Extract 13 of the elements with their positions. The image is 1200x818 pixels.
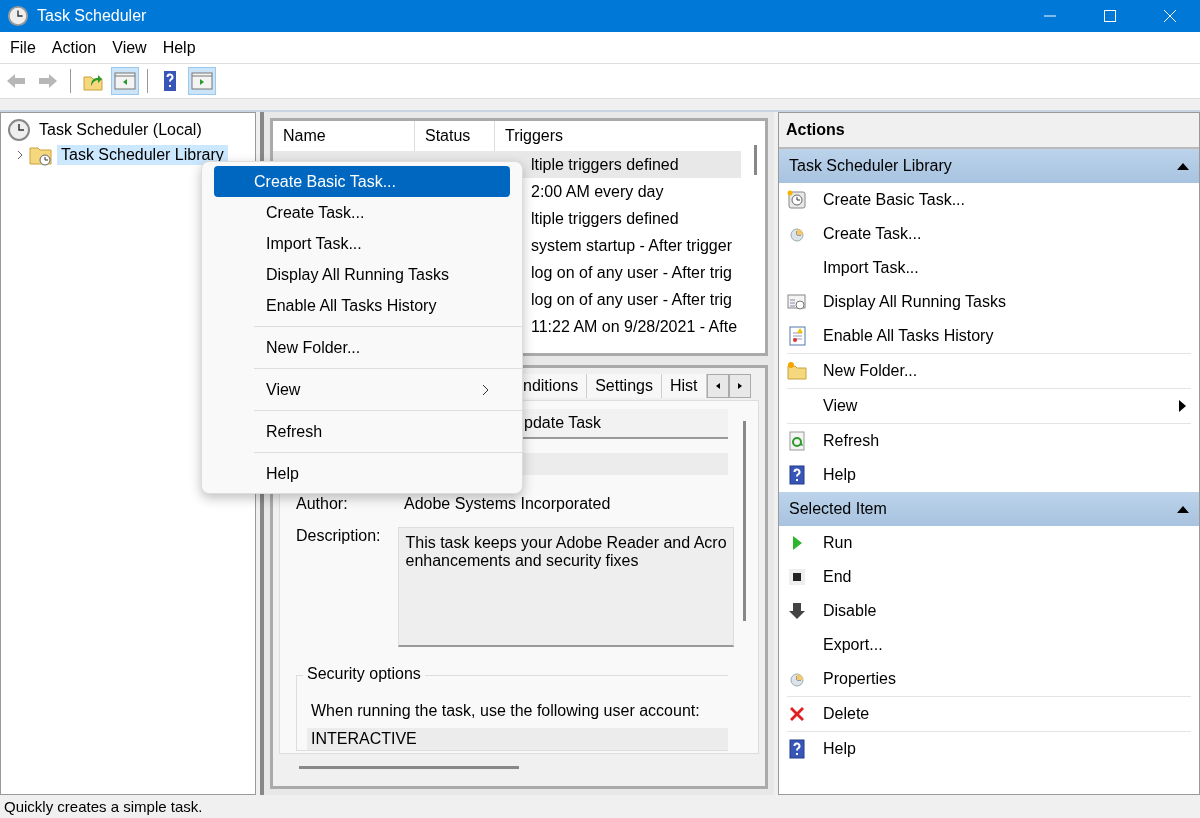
section-title: Task Scheduler Library	[789, 157, 952, 175]
section-title: Selected Item	[789, 500, 887, 518]
account-field: INTERACTIVE	[307, 728, 728, 750]
security-text: When running the task, use the following user account:	[310, 701, 701, 721]
table-cell: 11:22 AM on 9/28/2021 - Afte	[531, 317, 738, 336]
group-title: Security options	[303, 665, 425, 683]
field-label: Description:	[296, 527, 381, 546]
status-text: Quickly creates a simple task.	[4, 798, 203, 815]
actions-header: Actions	[779, 113, 1199, 149]
table-cell: ltiple triggers defined	[531, 155, 679, 174]
author-value: Adobe Systems Incorporated	[404, 495, 611, 513]
window-title: Task Scheduler	[37, 7, 147, 25]
field-label: Author:	[296, 495, 349, 513]
